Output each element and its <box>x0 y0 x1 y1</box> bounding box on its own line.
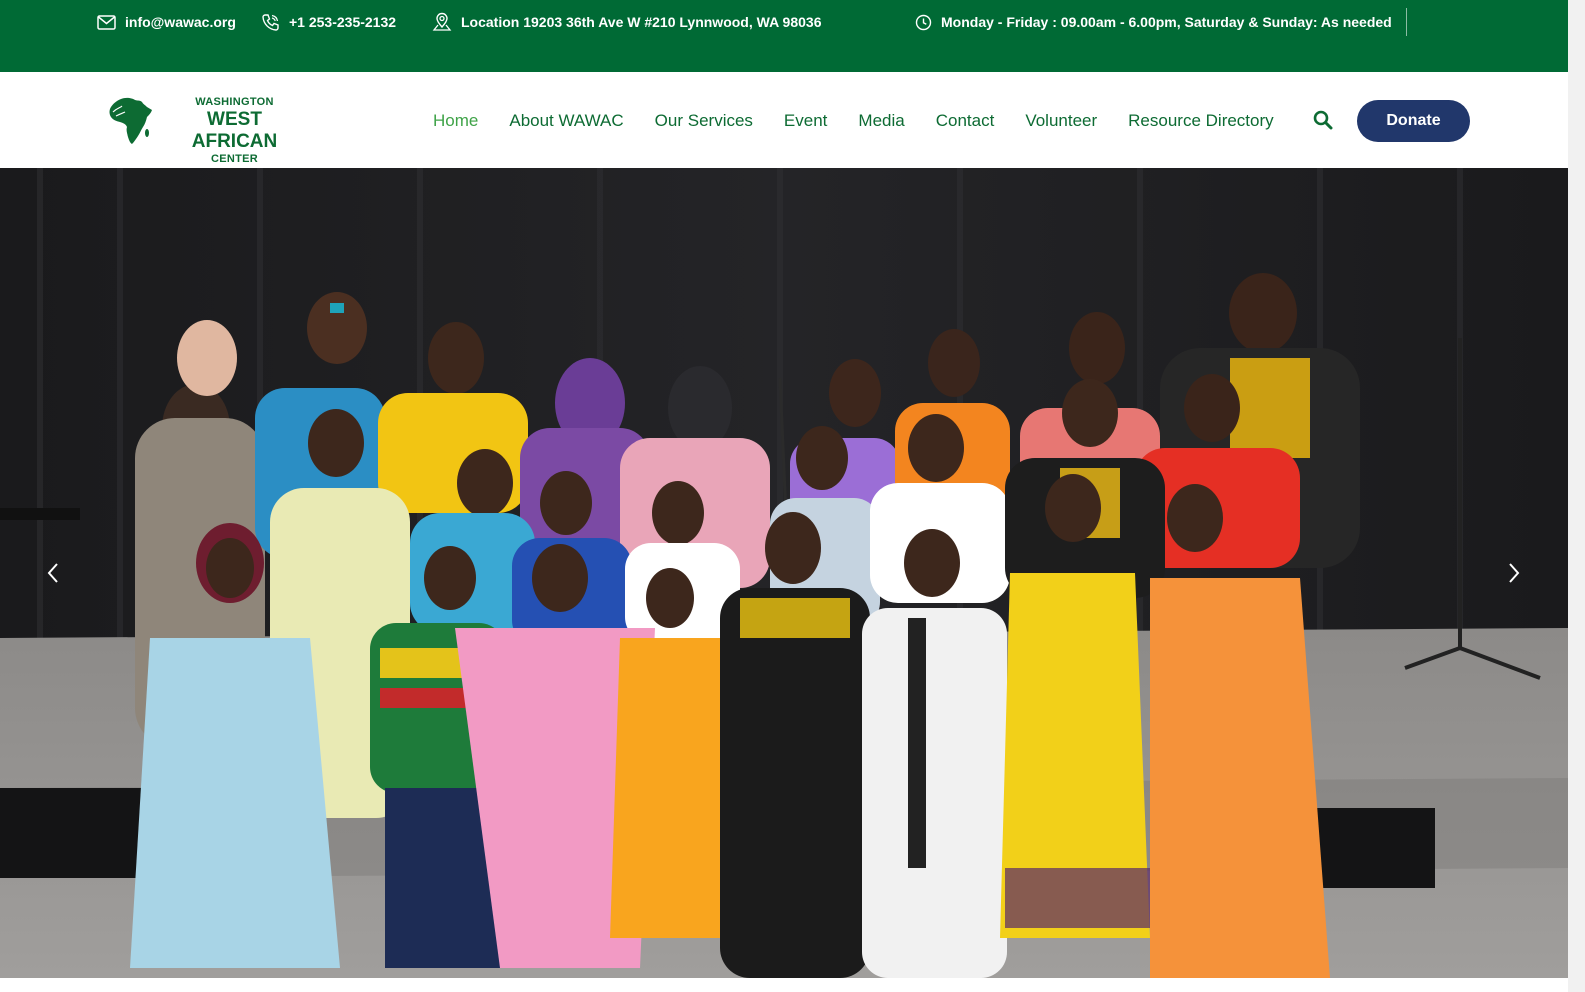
phone-icon <box>262 13 279 31</box>
nav-volunteer[interactable]: Volunteer <box>1025 110 1097 132</box>
nav-event[interactable]: Event <box>784 110 827 132</box>
topbar-divider <box>1406 8 1407 36</box>
hero-photo <box>0 168 1568 978</box>
nav-about[interactable]: About WAWAC <box>509 110 623 132</box>
site-header: WASHINGTON WEST AFRICAN CENTER Home Abou… <box>0 72 1568 168</box>
slider-prev-button[interactable] <box>40 560 66 586</box>
logo-line-west-african: WEST AFRICAN <box>191 109 278 152</box>
slider-next-button[interactable] <box>1501 560 1527 586</box>
hours-text: Monday - Friday : 09.00am - 6.00pm, Satu… <box>941 14 1392 30</box>
nav-media[interactable]: Media <box>858 110 904 132</box>
site-logo[interactable]: WASHINGTON WEST AFRICAN CENTER <box>107 96 307 165</box>
page-bottom-strip <box>0 978 1585 992</box>
donate-button[interactable]: Donate <box>1357 100 1470 142</box>
search-button[interactable] <box>1312 109 1334 131</box>
logo-line-center: CENTER <box>210 153 259 165</box>
logo-text: WASHINGTON WEST AFRICAN CENTER <box>168 96 301 166</box>
top-info-bar: info@wawac.org +1 253-235-2132 Location … <box>0 0 1568 72</box>
envelope-icon <box>97 14 116 30</box>
nav-services[interactable]: Our Services <box>655 110 753 132</box>
contact-phone[interactable]: +1 253-235-2132 <box>261 12 396 32</box>
email-text: info@wawac.org <box>125 14 236 30</box>
search-icon <box>1313 110 1333 130</box>
hero-slider <box>0 168 1568 978</box>
contact-location[interactable]: Location 19203 36th Ave W #210 Lynnwood,… <box>432 12 822 32</box>
chevron-right-icon <box>1509 563 1520 583</box>
map-pin-icon <box>432 12 452 31</box>
nav-resource-directory[interactable]: Resource Directory <box>1128 110 1274 132</box>
africa-map-icon <box>109 97 152 144</box>
phone-text: +1 253-235-2132 <box>289 14 397 30</box>
location-text: Location 19203 36th Ave W #210 Lynnwood,… <box>461 14 822 30</box>
main-nav: Home About WAWAC Our Services Event Medi… <box>433 110 1305 132</box>
nav-home[interactable]: Home <box>433 110 478 132</box>
page-scrollbar[interactable] <box>1568 0 1585 992</box>
logo-line-washington: WASHINGTON <box>195 96 274 108</box>
clock-icon <box>915 14 932 30</box>
nav-contact[interactable]: Contact <box>936 110 995 132</box>
contact-email[interactable]: info@wawac.org <box>97 12 236 32</box>
business-hours: Monday - Friday : 09.00am - 6.00pm, Satu… <box>915 12 1392 32</box>
chevron-left-icon <box>47 563 58 583</box>
